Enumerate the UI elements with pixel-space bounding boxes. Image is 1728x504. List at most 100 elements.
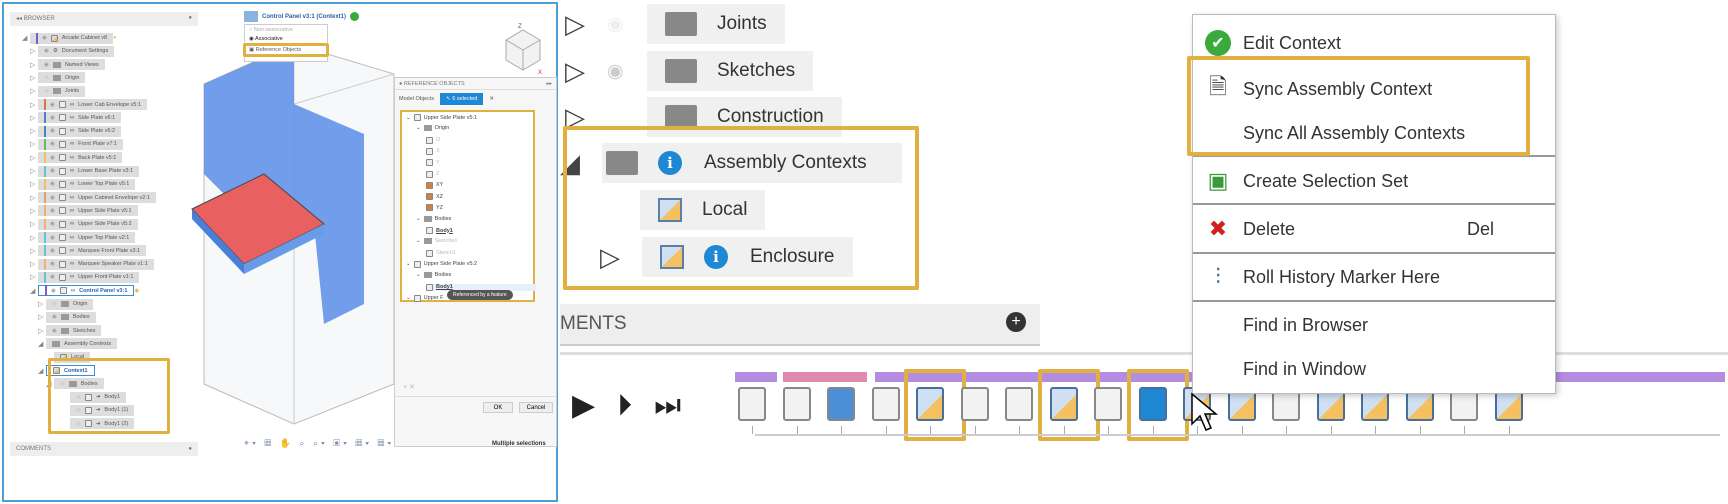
visibility-eye-icon[interactable]: ◉ <box>50 261 55 267</box>
add-remove-icons[interactable]: + ✕ <box>403 383 415 391</box>
browser-item[interactable]: ▷ ◉ ∞ Lower Cab Envelope v5:1 <box>30 99 148 111</box>
timeline-feature-box[interactable] <box>738 387 766 421</box>
collapsed-triangle-icon[interactable]: ▷ <box>38 327 46 335</box>
reference-item[interactable]: Body1 <box>426 227 453 234</box>
menu-item-delete[interactable]: ✖ Delete Del <box>1193 209 1555 249</box>
visibility-eye-icon[interactable]: ◉ <box>44 75 49 81</box>
visibility-eye-icon[interactable]: ◉ <box>50 155 55 161</box>
expand-chevron-icon[interactable]: ⌄ <box>406 295 411 301</box>
visibility-eye-icon[interactable]: ◉ <box>50 208 55 214</box>
visibility-eye-icon[interactable]: ◉ <box>50 195 55 201</box>
clear-selection-icon[interactable]: ✕ <box>489 96 494 102</box>
reference-item[interactable]: YZ <box>426 204 443 212</box>
expanded-triangle-icon[interactable]: ◢ <box>30 287 38 295</box>
tab-model-objects[interactable]: Model Objects <box>399 96 434 102</box>
browser-item[interactable]: ◢ Assembly Contexts <box>38 338 118 350</box>
browser-item[interactable]: ▷ ◉ Origin <box>30 72 86 84</box>
collapsed-triangle-icon[interactable]: ▷ <box>565 56 607 87</box>
collapsed-triangle-icon[interactable]: ▷ <box>38 300 46 308</box>
menu-item-find-in-window[interactable]: Find in Window <box>1193 349 1555 389</box>
timeline-feature-joint-2[interactable] <box>1005 387 1033 421</box>
visibility-eye-icon[interactable]: ◉ <box>50 248 55 254</box>
timeline-feature-extrude[interactable] <box>827 387 855 421</box>
visibility-eye-icon[interactable]: ◉ <box>50 102 55 108</box>
collapsed-triangle-icon[interactable]: ▷ <box>30 260 38 268</box>
collapsed-triangle-icon[interactable]: ▷ <box>30 180 38 188</box>
collapsed-triangle-icon[interactable]: ▷ <box>30 220 38 228</box>
collapsed-triangle-icon[interactable]: ▷ <box>30 234 38 242</box>
collapsed-triangle-icon[interactable]: ▷ <box>30 47 38 55</box>
ok-button[interactable]: OK <box>483 402 513 413</box>
browser-item[interactable]: ▷ ◉ ∞ Side Plate v6:1 <box>30 112 122 124</box>
browser-item[interactable]: ▷ ◉ ∞ Marquee Front Plate v3:1 <box>30 245 147 257</box>
visibility-eye-icon[interactable]: ◉ <box>44 88 49 94</box>
comments-settings-icon[interactable]: ● <box>188 446 192 452</box>
cancel-button[interactable]: Cancel <box>519 402 553 413</box>
navigation-toolbar[interactable]: ⌖▾ ▦ ✋ ⌕ ⌕▾ ▣▾ ▦▾ ▦▾ <box>244 438 394 449</box>
collapsed-triangle-icon[interactable]: ▷ <box>30 87 38 95</box>
collapsed-triangle-icon[interactable]: ▷ <box>30 74 38 82</box>
collapsed-triangle-icon[interactable]: ▷ <box>30 194 38 202</box>
collapsed-triangle-icon[interactable]: ▷ <box>30 140 38 148</box>
visibility-eye-icon[interactable]: ◉ <box>44 62 49 68</box>
browser-item[interactable]: ▷ ◉ ∞ Upper Cabinet Envelope v2:1 <box>30 192 156 204</box>
browser-item[interactable]: ▷ ◉ Sketches <box>38 325 102 337</box>
browser-item[interactable]: ▷ ◉ ∞ Side Plate v6:2 <box>30 125 122 137</box>
browser-item[interactable]: ▷ ◉ ∞ Front Plate v7:1 <box>30 138 123 150</box>
comments-bar[interactable]: COMMENTS ● <box>10 442 198 456</box>
collapsed-triangle-icon[interactable]: ▷ <box>30 167 38 175</box>
timeline-feature-sketch[interactable] <box>782 387 811 421</box>
expanded-triangle-icon[interactable]: ◢ <box>38 367 46 375</box>
collapsed-triangle-icon[interactable]: ▷ <box>30 127 38 135</box>
add-comment-icon[interactable]: + <box>1006 312 1026 332</box>
viewcube[interactable]: Z X <box>498 22 548 78</box>
expand-chevron-icon[interactable]: ⌄ <box>416 272 421 278</box>
browser-item[interactable]: ▷ ◉ ∞ Lower Base Plate v3:1 <box>30 165 140 177</box>
reference-item[interactable]: O <box>426 136 440 144</box>
timeline-feature-joint[interactable] <box>1094 387 1122 421</box>
visibility-eye-icon[interactable]: ◉ <box>52 314 57 320</box>
browser-item[interactable]: ▷ ◉ ∞ Upper Side Plate v5:2 <box>30 218 138 230</box>
context-dropdown-button[interactable] <box>244 11 258 22</box>
reference-item[interactable]: XY <box>426 181 443 189</box>
collapsed-triangle-icon[interactable]: ▷ <box>30 61 38 69</box>
browser-item[interactable]: ▷ ◉ ⚙ Document Settings <box>30 45 115 57</box>
activate-radio-icon[interactable]: ◉ <box>134 288 139 294</box>
menu-item-find-in-browser[interactable]: Find in Browser <box>1193 305 1555 345</box>
collapsed-triangle-icon[interactable]: ▷ <box>30 207 38 215</box>
reference-item[interactable]: ⌄ Upper Side Plate v5:2 <box>406 260 477 268</box>
option-non-associative[interactable]: ○ Non-associative <box>245 25 327 35</box>
visibility-eye-icon[interactable]: ◉ <box>50 141 55 147</box>
reference-item[interactable]: ⌄ Origin <box>416 125 449 132</box>
collapsed-triangle-icon[interactable]: ▷ <box>30 247 38 255</box>
browser-item[interactable]: ▷ ◉ ∞ Back Plate v5:1 <box>30 152 123 164</box>
comments-bar-zoomed[interactable]: MENTS + <box>560 304 1040 346</box>
collapsed-triangle-icon[interactable]: ▷ <box>30 101 38 109</box>
visibility-eye-icon[interactable]: ◉ <box>50 221 55 227</box>
reference-item[interactable]: ⌄ Sketches <box>416 238 457 245</box>
collapsed-triangle-icon[interactable]: ▷ <box>30 154 38 162</box>
visibility-eye-icon[interactable]: ◉ <box>50 235 55 241</box>
menu-item-create-selection-set[interactable]: ▣ Create Selection Set <box>1193 161 1555 201</box>
expand-chevron-icon[interactable]: ⌄ <box>416 216 421 222</box>
visibility-eye-icon[interactable]: ◉ <box>50 115 55 121</box>
selected-count-button[interactable]: ↖ 6 selected <box>440 93 484 105</box>
reference-item[interactable]: Z <box>426 170 439 178</box>
browser-item[interactable]: ▷ ◉ ∞ Upper Side Plate v5:1 <box>30 205 138 217</box>
browser-item[interactable]: ▷ ◉ ∞ Upper Top Plate v2:1 <box>30 232 136 244</box>
expand-chevron-icon[interactable]: ⌄ <box>416 238 421 244</box>
expand-chevron-icon[interactable]: ⌄ <box>416 125 421 131</box>
visibility-eye-icon[interactable]: ◉ <box>50 274 55 280</box>
menu-item-roll-history-marker-here[interactable]: ⫶ Roll History Marker Here <box>1193 257 1555 297</box>
browser-item[interactable]: ▷ ◉ Bodies <box>38 311 96 323</box>
browser-item[interactable]: ▷ ◉ Sketches <box>565 51 814 91</box>
option-reference-objects[interactable]: ▣ Reference Objects <box>243 43 329 57</box>
visibility-eye-icon[interactable]: ◉ <box>42 35 47 41</box>
reference-item[interactable]: Sketch1 <box>426 249 456 257</box>
reference-item[interactable]: ⌄ Upper Side Plate v5:1 <box>406 114 477 121</box>
visibility-eye-icon[interactable]: ◉ <box>52 301 57 307</box>
expand-chevron-icon[interactable]: ⌄ <box>406 115 411 121</box>
option-associative[interactable]: ◉ Associative <box>245 35 327 43</box>
visibility-eye-icon[interactable]: ◉ <box>44 48 49 54</box>
browser-settings-icon[interactable]: ● <box>188 15 192 21</box>
